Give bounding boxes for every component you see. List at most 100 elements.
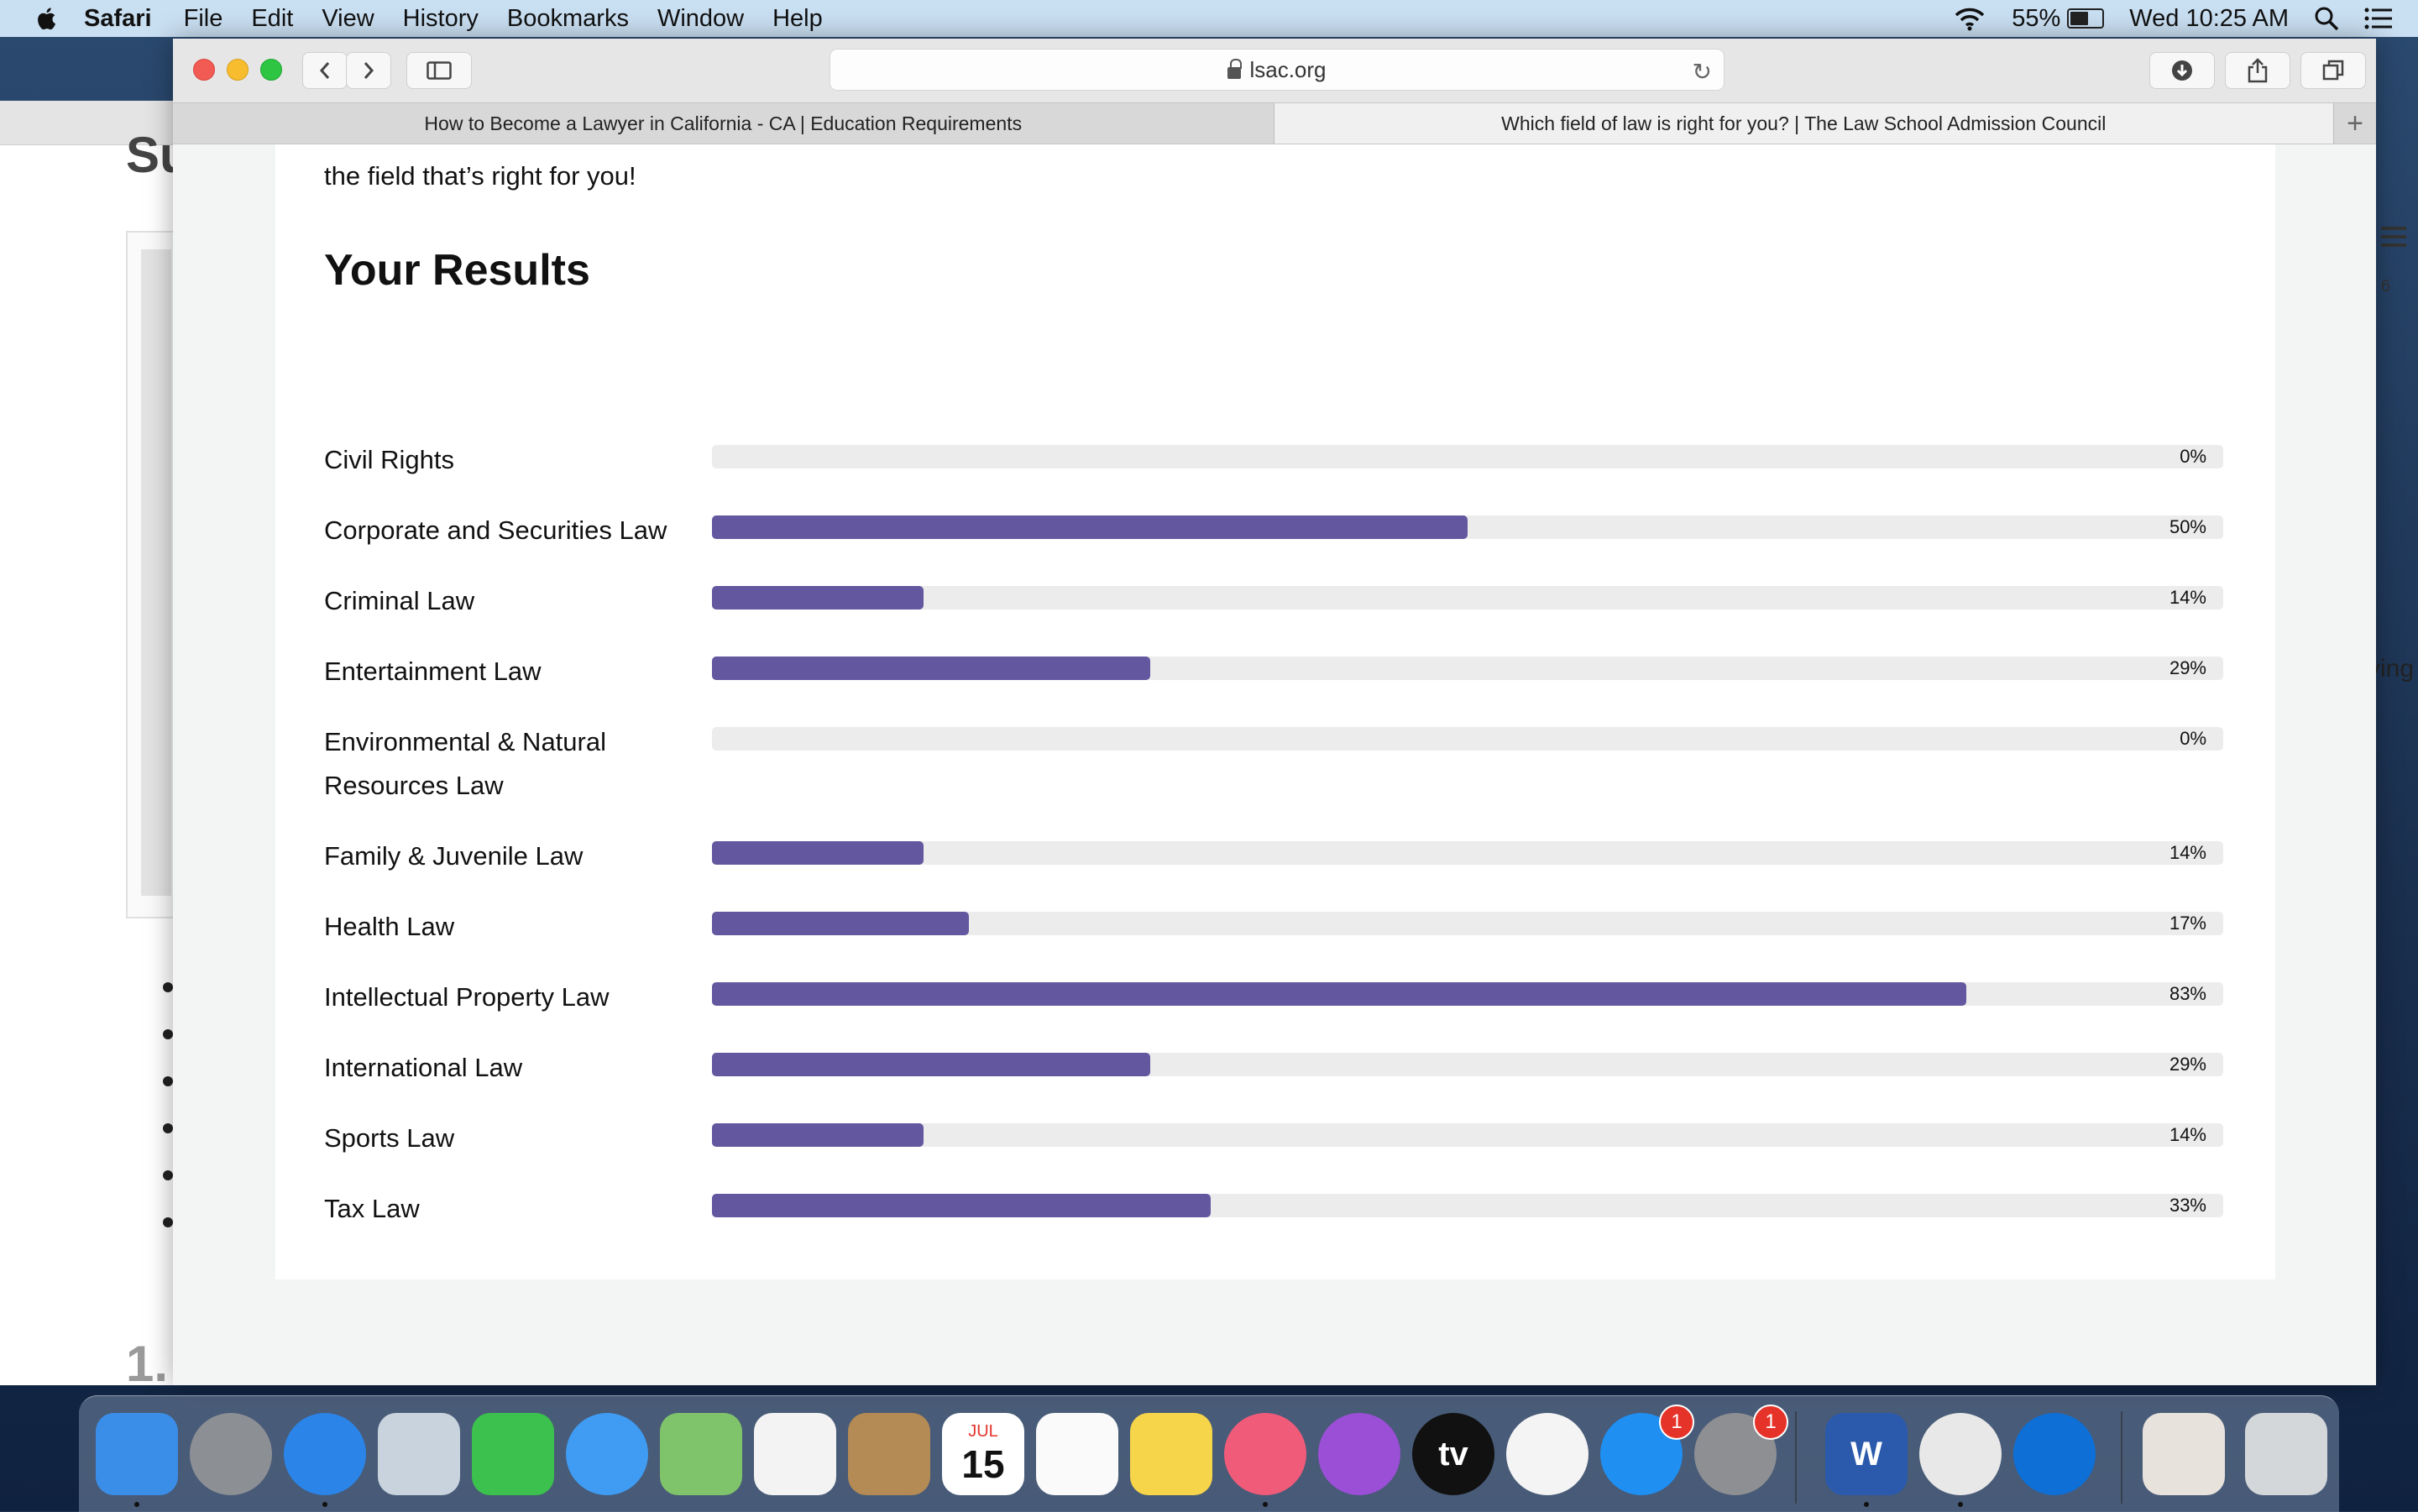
close-window-button[interactable] xyxy=(193,59,215,81)
menu-history[interactable]: History xyxy=(403,5,479,33)
menu-window[interactable]: Window xyxy=(657,5,744,33)
downloads-stack-icon[interactable] xyxy=(2143,1413,2225,1495)
finder-icon[interactable] xyxy=(96,1413,178,1495)
new-tab-button[interactable]: + xyxy=(2334,103,2376,144)
result-label: Tax Law xyxy=(324,1194,420,1223)
result-row: Family & Juvenile Law 14% xyxy=(324,834,2240,905)
zoom-window-button[interactable] xyxy=(260,59,282,81)
result-percent: 14% xyxy=(2169,587,2206,608)
music-icon[interactable] xyxy=(1224,1413,1306,1495)
safari-icon[interactable] xyxy=(284,1413,366,1495)
maps-icon[interactable] xyxy=(660,1413,742,1495)
notification-badge: 1 xyxy=(1753,1405,1788,1440)
tab-overview-button[interactable] xyxy=(2300,52,2366,89)
result-bar-track: 29% xyxy=(712,1053,2223,1076)
results-card: the field that’s right for you! Your Res… xyxy=(275,144,2275,1279)
background-panel xyxy=(126,231,180,918)
lock-icon xyxy=(1227,59,1243,79)
battery-icon xyxy=(2067,8,2105,29)
result-row: Criminal Law 14% xyxy=(324,579,2240,650)
launchpad-icon[interactable] xyxy=(190,1413,272,1495)
menu-app-name[interactable]: Safari xyxy=(84,5,152,33)
result-percent: 14% xyxy=(2169,1124,2206,1145)
result-bar-fill xyxy=(712,1053,1150,1076)
result-bar-track: 14% xyxy=(712,841,2223,865)
chevron-right-icon xyxy=(364,62,374,79)
result-bar-track: 50% xyxy=(712,515,2223,539)
news-icon[interactable] xyxy=(1506,1413,1588,1495)
result-bar-track: 33% xyxy=(712,1194,2223,1217)
clock[interactable]: Wed 10:25 AM xyxy=(2129,5,2289,33)
messages-icon[interactable] xyxy=(566,1413,648,1495)
battery-status[interactable]: 55% xyxy=(2012,5,2105,33)
word-icon[interactable]: W xyxy=(1825,1413,1908,1495)
calendar-icon-label: 15 xyxy=(961,1441,1005,1486)
background-panel-inner xyxy=(141,249,171,896)
result-bar-track: 14% xyxy=(712,1123,2223,1147)
apple-tv-icon[interactable]: tv xyxy=(1412,1413,1494,1495)
notification-center-icon[interactable] xyxy=(2364,7,2393,30)
reload-icon[interactable]: ↻ xyxy=(1693,58,1712,86)
menu-help[interactable]: Help xyxy=(772,5,823,33)
running-indicator xyxy=(1958,1502,1963,1507)
result-label: Environmental & Natural Resources Law xyxy=(324,727,606,800)
menu-bookmarks[interactable]: Bookmarks xyxy=(507,5,629,33)
notification-badge: 1 xyxy=(1659,1405,1694,1440)
notes-icon[interactable] xyxy=(1130,1413,1212,1495)
contacts-icon[interactable] xyxy=(848,1413,930,1495)
mail-icon[interactable] xyxy=(378,1413,460,1495)
facetime-icon[interactable] xyxy=(472,1413,554,1495)
result-percent: 29% xyxy=(2169,657,2206,678)
safari-window[interactable]: lsac.org ↻ How to Become a Lawyer in Cal… xyxy=(173,39,2376,1385)
bullet xyxy=(163,1170,173,1180)
downloads-button[interactable] xyxy=(2149,52,2215,89)
menu-view[interactable]: View xyxy=(322,5,374,33)
result-row: Intellectual Property Law 83% xyxy=(324,976,2240,1046)
word-icon-label: W xyxy=(1850,1435,1882,1473)
result-percent: 33% xyxy=(2169,1195,2206,1216)
back-button[interactable] xyxy=(302,52,348,89)
teamviewer-icon[interactable] xyxy=(2013,1413,2096,1495)
podcasts-icon[interactable] xyxy=(1318,1413,1400,1495)
plus-icon: + xyxy=(2347,107,2363,139)
result-percent: 29% xyxy=(2169,1054,2206,1075)
result-bar-track: 29% xyxy=(712,657,2223,680)
chrome-icon[interactable] xyxy=(1919,1413,2002,1495)
trash-icon[interactable] xyxy=(2245,1413,2327,1495)
reminders-icon[interactable] xyxy=(1036,1413,1118,1495)
wifi-icon[interactable] xyxy=(1953,6,1986,31)
result-percent: 17% xyxy=(2169,913,2206,934)
apple-logo-icon[interactable] xyxy=(35,5,60,32)
tab-lsac[interactable]: Which field of law is right for you? | T… xyxy=(1274,103,2335,144)
result-bar-track: 83% xyxy=(712,982,2223,1006)
result-label: Civil Rights xyxy=(324,445,455,474)
running-indicator xyxy=(322,1502,327,1507)
spotlight-search-icon[interactable] xyxy=(2314,6,2339,31)
tab-lawyer-california[interactable]: How to Become a Lawyer in California - C… xyxy=(173,103,1274,144)
result-row: Health Law 17% xyxy=(324,905,2240,976)
result-label: Corporate and Securities Law xyxy=(324,515,667,545)
photos-icon[interactable] xyxy=(754,1413,836,1495)
menu-edit[interactable]: Edit xyxy=(251,5,293,33)
download-icon xyxy=(2172,60,2192,81)
bullet xyxy=(163,1029,173,1039)
result-row: Tax Law 33% xyxy=(324,1187,2240,1258)
forward-button[interactable] xyxy=(346,52,391,89)
running-indicator xyxy=(134,1502,139,1507)
result-row: Entertainment Law 29% xyxy=(324,650,2240,720)
running-indicator xyxy=(1864,1502,1869,1507)
result-bar-track: 0% xyxy=(712,727,2223,751)
address-bar[interactable]: lsac.org ↻ xyxy=(830,49,1725,91)
calendar-icon[interactable]: JUL 15 xyxy=(942,1413,1024,1495)
results-list: Civil Rights 0% Corporate and Securities L… xyxy=(324,438,2240,1258)
result-bar-fill xyxy=(712,657,1150,680)
result-percent: 50% xyxy=(2169,516,2206,537)
share-button[interactable] xyxy=(2225,52,2290,89)
dock-separator xyxy=(2121,1411,2122,1504)
minimize-window-button[interactable] xyxy=(227,59,249,81)
page-viewport[interactable]: the field that’s right for you! Your Res… xyxy=(173,144,2376,1385)
running-indicator xyxy=(1263,1502,1268,1507)
menu-file[interactable]: File xyxy=(184,5,223,33)
sidebar-button[interactable] xyxy=(406,52,472,89)
list-icon[interactable] xyxy=(2381,227,2406,250)
